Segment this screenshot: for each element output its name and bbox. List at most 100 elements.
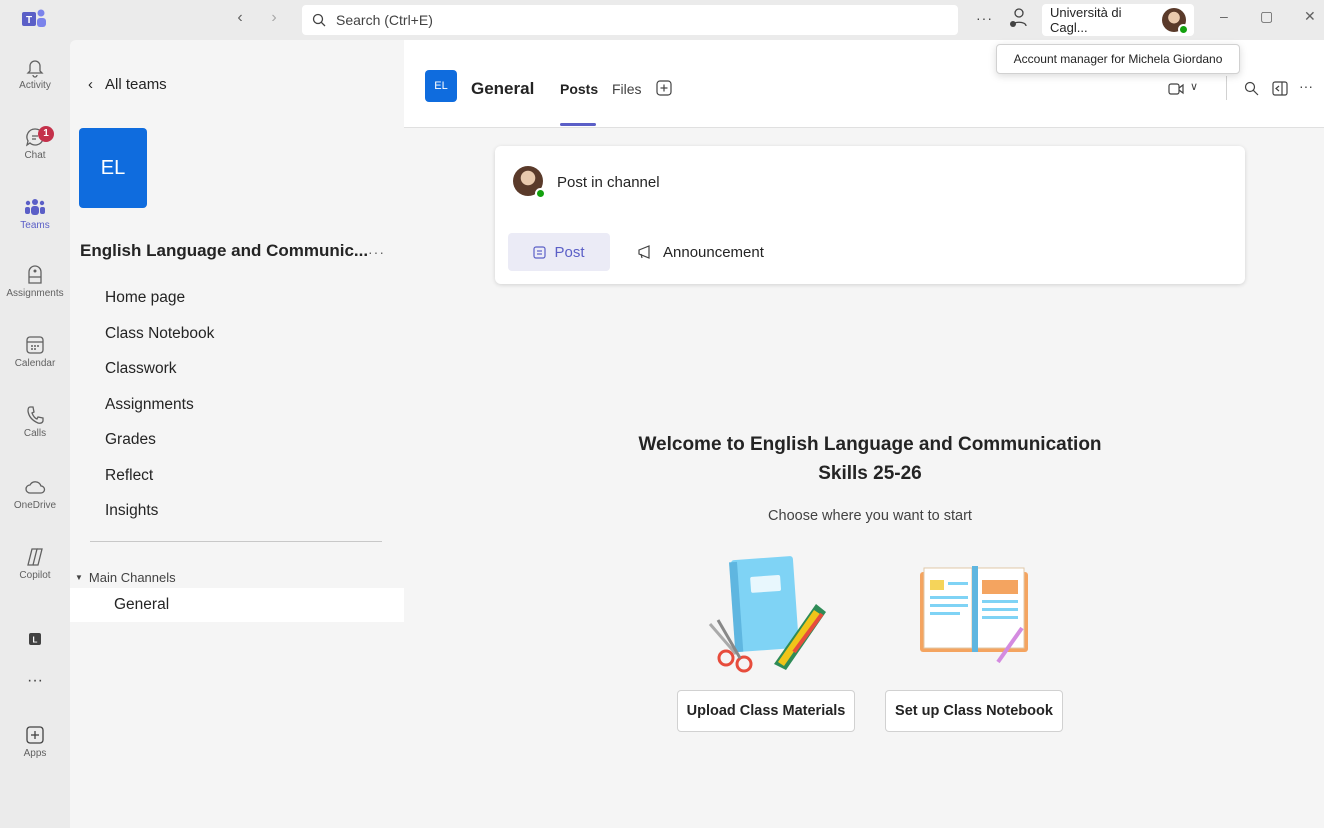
rail-item-calendar[interactable]: Calendar [0, 334, 70, 369]
team-nav-list: Home page Class Notebook Classwork Assig… [105, 289, 214, 538]
title-bar: T ‹ › Search (Ctrl+E) ··· Università di … [0, 0, 1324, 40]
upload-class-materials-button[interactable]: Upload Class Materials [677, 690, 855, 732]
chat-unread-badge: 1 [38, 126, 54, 142]
chevron-left-icon: ‹ [88, 76, 93, 93]
rail-item-app-l[interactable]: L [0, 628, 70, 652]
rail-label: Chat [24, 150, 46, 161]
team-pane: ‹ All teams EL English Language and Comm… [70, 40, 404, 828]
active-tab-indicator [560, 123, 596, 126]
rail-item-calls[interactable]: Calls [0, 404, 70, 439]
team-nav-item-classwork[interactable]: Classwork [105, 360, 214, 396]
rail-item-activity[interactable]: Activity [0, 56, 70, 91]
bell-icon [26, 60, 44, 78]
team-nav-item-class-notebook[interactable]: Class Notebook [105, 325, 214, 361]
tab-posts[interactable]: Posts [560, 81, 598, 97]
app-l-icon: L [29, 633, 41, 645]
phone-icon [27, 406, 44, 424]
team-nav-item-grades[interactable]: Grades [105, 431, 214, 467]
assignments-icon [28, 265, 42, 284]
presence-available-icon [535, 188, 546, 199]
user-avatar [513, 166, 546, 199]
cloud-icon [25, 481, 46, 494]
more-options-icon[interactable]: ··· [976, 10, 993, 26]
svg-text:T: T [26, 15, 32, 26]
account-switcher[interactable]: Università di Cagl... [1042, 4, 1194, 36]
app-rail: Activity 1 Chat Teams Assignments Calend… [0, 40, 70, 828]
megaphone-icon [638, 245, 650, 259]
welcome-subtitle: Choose where you want to start [768, 508, 972, 524]
rail-label: Apps [23, 748, 47, 759]
team-more-options-icon[interactable]: ··· [368, 244, 385, 260]
add-tab-icon[interactable] [656, 80, 672, 96]
search-icon [312, 13, 326, 27]
teams-icon [25, 199, 45, 215]
rail-item-chat[interactable]: 1 Chat [0, 126, 70, 161]
more-apps-icon[interactable]: ··· [0, 672, 70, 690]
channels-section-header[interactable]: ▼ Main Channels [75, 570, 176, 585]
welcome-line-2: Skills 25-26 [818, 463, 922, 484]
more-options-icon[interactable]: ··· [1299, 78, 1313, 94]
rail-item-assignments[interactable]: Assignments [0, 264, 70, 299]
rail-label: Copilot [19, 570, 51, 581]
rail-label: Activity [19, 80, 51, 91]
chevron-down-icon[interactable]: ∨ [1190, 80, 1198, 93]
welcome-line-1: Welcome to English Language and Communic… [638, 434, 1102, 455]
team-name[interactable]: English Language and Communic... [80, 241, 368, 261]
team-avatar: EL [79, 128, 147, 208]
class-materials-illustration [708, 556, 826, 673]
rail-item-teams[interactable]: Teams [0, 196, 70, 231]
teams-logo-icon: T [22, 9, 46, 27]
account-tooltip: Account manager for Michela Giordano [996, 44, 1240, 74]
search-input[interactable]: Search (Ctrl+E) [302, 5, 958, 35]
team-nav-item-assignments[interactable]: Assignments [105, 396, 214, 432]
post-in-channel-input[interactable]: Post in channel [557, 174, 660, 191]
open-panel-icon[interactable] [1272, 81, 1288, 96]
rail-label: Assignments [6, 288, 64, 299]
tab-files[interactable]: Files [612, 81, 642, 97]
post-icon [533, 245, 547, 259]
post-button[interactable]: Post [508, 233, 610, 271]
set-up-class-notebook-button[interactable]: Set up Class Notebook [885, 690, 1063, 732]
people-settings-icon[interactable] [1008, 7, 1028, 29]
announcement-button[interactable]: Announcement [638, 233, 764, 271]
rail-item-copilot[interactable]: Copilot [0, 546, 70, 581]
caret-down-icon: ▼ [75, 573, 83, 582]
header-divider [1226, 76, 1227, 100]
rail-label: Calendar [14, 358, 56, 369]
channels-header-label: Main Channels [88, 570, 176, 585]
channel-title: General [471, 79, 535, 98]
copilot-icon [27, 548, 43, 566]
class-notebook-illustration [920, 566, 1028, 664]
close-icon[interactable]: ✕ [1304, 8, 1316, 25]
rail-label: Calls [23, 428, 47, 439]
calendar-icon [26, 336, 44, 354]
channel-item-general[interactable]: General [70, 588, 404, 622]
divider [90, 541, 382, 542]
rail-label: Teams [20, 220, 50, 231]
all-teams-link[interactable]: ‹ All teams [88, 76, 167, 93]
channel-team-avatar: EL [425, 70, 457, 102]
team-nav-item-insights[interactable]: Insights [105, 502, 214, 538]
team-nav-item-home-page[interactable]: Home page [105, 289, 214, 325]
rail-item-apps[interactable]: Apps [0, 724, 70, 759]
announcement-button-label: Announcement [663, 243, 764, 261]
minimize-icon[interactable]: – [1220, 8, 1228, 24]
team-nav-item-reflect[interactable]: Reflect [105, 467, 214, 503]
search-placeholder: Search (Ctrl+E) [336, 12, 433, 28]
search-channel-icon[interactable] [1244, 81, 1259, 96]
rail-label: OneDrive [13, 500, 57, 511]
forward-arrow-icon[interactable]: › [266, 9, 282, 27]
presence-available-icon [1178, 24, 1189, 35]
channel-main: EL General Posts Files ∨ ··· Post in cha… [404, 40, 1324, 828]
post-button-label: Post [554, 243, 585, 261]
welcome-heading: Welcome to English Language and Communic… [404, 430, 1324, 488]
user-avatar [1162, 8, 1189, 35]
rail-item-onedrive[interactable]: OneDrive [0, 476, 70, 511]
all-teams-label: All teams [105, 76, 167, 93]
video-call-icon[interactable] [1168, 82, 1184, 96]
compose-card: Post in channel Post Announcement [495, 146, 1245, 284]
back-arrow-icon[interactable]: ‹ [232, 9, 248, 27]
org-name: Università di Cagl... [1050, 5, 1122, 35]
restore-icon[interactable]: ▢ [1260, 8, 1273, 25]
svg-text:L: L [33, 636, 38, 645]
